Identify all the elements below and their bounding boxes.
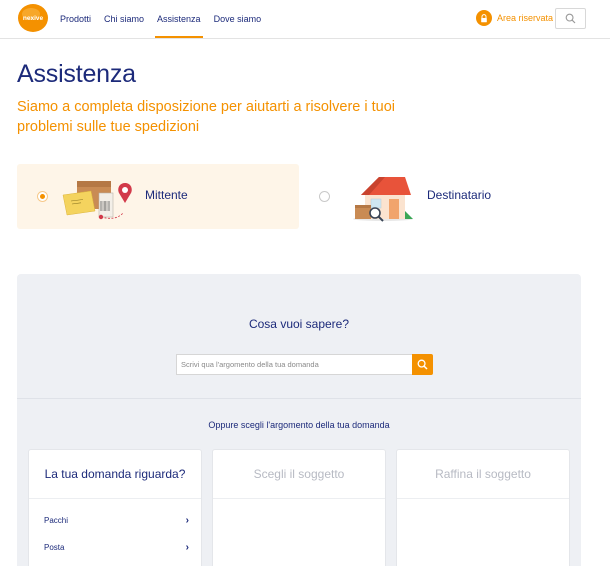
search-icon (565, 13, 576, 24)
chevron-right-icon: › (185, 541, 189, 553)
refine-card-title: Raffina il soggetto (397, 450, 569, 499)
subject-card: Scegli il soggetto (212, 449, 386, 566)
header-search-button[interactable] (555, 8, 586, 29)
option-destinatario[interactable]: Destinatario (299, 164, 581, 229)
or-choose-topic-text: Oppure scegli l'argomento della tua doma… (208, 420, 390, 430)
topic-item-posta[interactable]: Posta › (44, 540, 189, 554)
main-nav: Prodotti Chi siamo Assistenza Dove siamo (60, 0, 274, 38)
reserved-area-link[interactable]: Area riservata (476, 10, 553, 26)
radio-destinatario[interactable] (319, 191, 330, 202)
option-mittente-label: Mittente (145, 188, 188, 202)
topic-item-label: Posta (44, 542, 65, 552)
logo-text: nexive (23, 15, 44, 22)
sender-parcels-illustration (62, 181, 132, 220)
chevron-right-icon: › (185, 514, 189, 526)
help-title: Cosa vuoi sapere? (248, 317, 350, 331)
nav-item-dove-siamo[interactable]: Dove siamo (214, 0, 262, 38)
top-header: nexive Prodotti Chi siamo Assistenza Dov… (0, 0, 610, 39)
nav-item-assistenza[interactable]: Assistenza (155, 0, 203, 38)
topic-card-title: La tua domanda riguarda? (29, 450, 201, 499)
nav-item-chi-siamo[interactable]: Chi siamo (104, 0, 144, 38)
topic-card: La tua domanda riguarda? Pacchi › Posta … (28, 449, 202, 566)
refine-card: Raffina il soggetto (396, 449, 570, 566)
question-search-input[interactable] (176, 354, 413, 375)
reserved-area-label: Area riservata (497, 13, 554, 23)
nexive-logo[interactable]: nexive (17, 3, 49, 33)
page-title: Assistenza (17, 60, 136, 88)
option-destinatario-label: Destinatario (427, 188, 492, 202)
subject-card-title: Scegli il soggetto (213, 450, 385, 499)
page-subtitle: Siamo a completa disposizione per aiutar… (17, 99, 395, 135)
help-panel: Cosa vuoi sapere? Oppure scegli l'argome… (17, 274, 581, 566)
lock-icon (476, 10, 492, 26)
option-mittente[interactable]: Mittente (17, 164, 299, 229)
topic-item-pacchi[interactable]: Pacchi › (44, 513, 189, 527)
search-icon (417, 359, 428, 370)
radio-mittente[interactable] (37, 191, 48, 202)
topic-item-label: Pacchi (44, 515, 69, 525)
nav-item-prodotti[interactable]: Prodotti (60, 0, 91, 38)
panel-divider (17, 398, 581, 399)
question-search-button[interactable] (412, 354, 433, 375)
recipient-house-illustration (353, 177, 413, 222)
